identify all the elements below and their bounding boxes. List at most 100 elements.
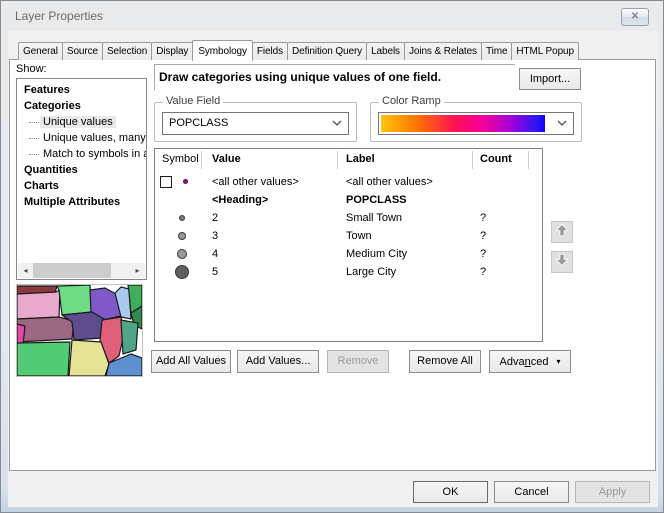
tab-symbology[interactable]: Symbology	[192, 40, 253, 61]
table-row[interactable]: 4 Medium City ?	[155, 245, 542, 263]
tree-item-unique-values[interactable]: Unique values	[21, 114, 146, 130]
table-row[interactable]: 3 Town ?	[155, 227, 542, 245]
tree-connector	[29, 154, 39, 155]
table-row[interactable]: <all other values> <all other values>	[155, 173, 542, 191]
title-bar[interactable]: Layer Properties ✕	[2, 1, 662, 31]
tab-selection[interactable]: Selection	[102, 42, 152, 60]
window-title: Layer Properties	[15, 9, 103, 23]
table-row[interactable]: 5 Large City ?	[155, 263, 542, 281]
symbology-tab-page: Show: Features Categories Unique values …	[9, 59, 656, 471]
map-preview-image	[16, 284, 143, 377]
tree-item-unique-values-many[interactable]: Unique values, many	[21, 130, 146, 146]
import-button[interactable]: Import...	[519, 68, 581, 90]
tab-display[interactable]: Display	[151, 42, 193, 60]
show-tree: Features Categories Unique values Unique…	[17, 79, 146, 210]
cell-value: 4	[212, 245, 218, 263]
add-values-button[interactable]: Add Values...	[237, 350, 319, 373]
tree-item-quantities[interactable]: Quantities	[21, 162, 146, 178]
cell-label: Small Town	[346, 209, 402, 227]
graduated-dot-icon[interactable]	[179, 215, 185, 221]
scroll-left-icon[interactable]: ◂	[18, 263, 33, 278]
cell-label: <all other values>	[346, 173, 433, 191]
chevron-down-icon[interactable]	[557, 120, 567, 126]
tree-item-match-to-symbols[interactable]: Match to symbols in a	[21, 146, 146, 162]
cell-count: ?	[480, 227, 486, 245]
column-separator[interactable]	[528, 151, 529, 169]
tab-general[interactable]: General	[18, 42, 63, 60]
cell-count: ?	[480, 245, 486, 263]
cell-value: <Heading>	[212, 191, 268, 209]
cell-count: ?	[480, 263, 486, 281]
draw-method-description: Draw categories using unique values of o…	[154, 64, 515, 90]
column-header-label[interactable]: Label	[346, 153, 375, 165]
tree-item-features[interactable]: Features	[21, 82, 146, 98]
graduated-dot-icon[interactable]	[177, 249, 187, 259]
value-field-label: Value Field	[163, 95, 223, 107]
layer-properties-dialog: Layer Properties ✕ General Source Select…	[0, 0, 664, 513]
advanced-button[interactable]: Advanced▾	[489, 350, 571, 373]
column-header-value[interactable]: Value	[212, 153, 241, 165]
add-all-values-button[interactable]: Add All Values	[151, 350, 231, 373]
tab-joins-relates[interactable]: Joins & Relates	[404, 42, 482, 60]
column-header-symbol[interactable]: Symbol	[162, 153, 199, 165]
advanced-label: Adva	[500, 356, 525, 368]
cell-value: 3	[212, 227, 218, 245]
tab-strip: General Source Selection Display Symbolo…	[18, 39, 578, 60]
chevron-down-icon[interactable]	[332, 120, 342, 126]
cancel-button[interactable]: Cancel	[494, 481, 569, 503]
column-header-count[interactable]: Count	[480, 153, 512, 165]
symbol-values-table: Symbol Value Label Count <all other valu…	[154, 148, 543, 342]
graduated-dot-icon[interactable]	[175, 265, 189, 279]
show-tree-listbox: Features Categories Unique values Unique…	[16, 78, 147, 280]
cell-label: Town	[346, 227, 372, 245]
tree-connector	[29, 138, 39, 139]
tab-labels[interactable]: Labels	[366, 42, 405, 60]
cell-value: 5	[212, 263, 218, 281]
cell-label: Medium City	[346, 245, 407, 263]
all-other-values-checkbox[interactable]	[160, 176, 172, 188]
tree-item-categories[interactable]: Categories	[21, 98, 146, 114]
column-separator[interactable]	[337, 151, 338, 169]
apply-button[interactable]: Apply	[575, 481, 650, 503]
move-down-button[interactable]	[551, 251, 573, 273]
scrollbar-track[interactable]	[111, 263, 130, 278]
tab-time[interactable]: Time	[481, 42, 512, 60]
ok-button[interactable]: OK	[413, 481, 488, 503]
show-label: Show:	[16, 63, 47, 75]
cell-label: Large City	[346, 263, 396, 281]
all-other-values-symbol-icon[interactable]	[183, 179, 188, 184]
dialog-body: General Source Selection Display Symbolo…	[8, 31, 658, 507]
column-separator[interactable]	[472, 151, 473, 169]
table-row[interactable]: 2 Small Town ?	[155, 209, 542, 227]
tab-fields[interactable]: Fields	[252, 42, 288, 60]
tab-definition-query[interactable]: Definition Query	[287, 42, 367, 60]
table-row[interactable]: <Heading> POPCLASS	[155, 191, 542, 209]
cell-value: 2	[212, 209, 218, 227]
scroll-right-icon[interactable]: ▸	[130, 263, 145, 278]
scrollbar-thumb[interactable]	[33, 263, 111, 278]
advanced-label: ced	[531, 356, 549, 368]
tree-item-multiple-attributes[interactable]: Multiple Attributes	[21, 194, 146, 210]
tree-connector	[29, 122, 39, 123]
value-field-selected-value: POPCLASS	[169, 117, 228, 129]
graduated-dot-icon[interactable]	[178, 232, 186, 240]
states-map-graphic	[17, 285, 142, 376]
color-ramp-label: Color Ramp	[379, 95, 444, 107]
column-separator[interactable]	[201, 151, 202, 169]
horizontal-scrollbar[interactable]: ◂ ▸	[18, 263, 145, 278]
remove-button[interactable]: Remove	[327, 350, 389, 373]
tab-html-popup[interactable]: HTML Popup	[511, 42, 579, 60]
cell-count: ?	[480, 209, 486, 227]
dropdown-caret-icon: ▾	[556, 357, 560, 366]
color-ramp-combobox[interactable]	[378, 112, 574, 135]
tree-item-charts[interactable]: Charts	[21, 178, 146, 194]
arrow-down-icon	[554, 252, 570, 268]
color-ramp-gradient	[381, 115, 545, 132]
remove-all-button[interactable]: Remove All	[409, 350, 481, 373]
close-icon[interactable]: ✕	[621, 8, 649, 26]
tab-source[interactable]: Source	[62, 42, 103, 60]
value-field-combobox[interactable]: POPCLASS	[162, 112, 349, 135]
arrow-up-icon	[554, 222, 570, 238]
table-header-row: Symbol Value Label Count	[155, 149, 542, 171]
move-up-button[interactable]	[551, 221, 573, 243]
